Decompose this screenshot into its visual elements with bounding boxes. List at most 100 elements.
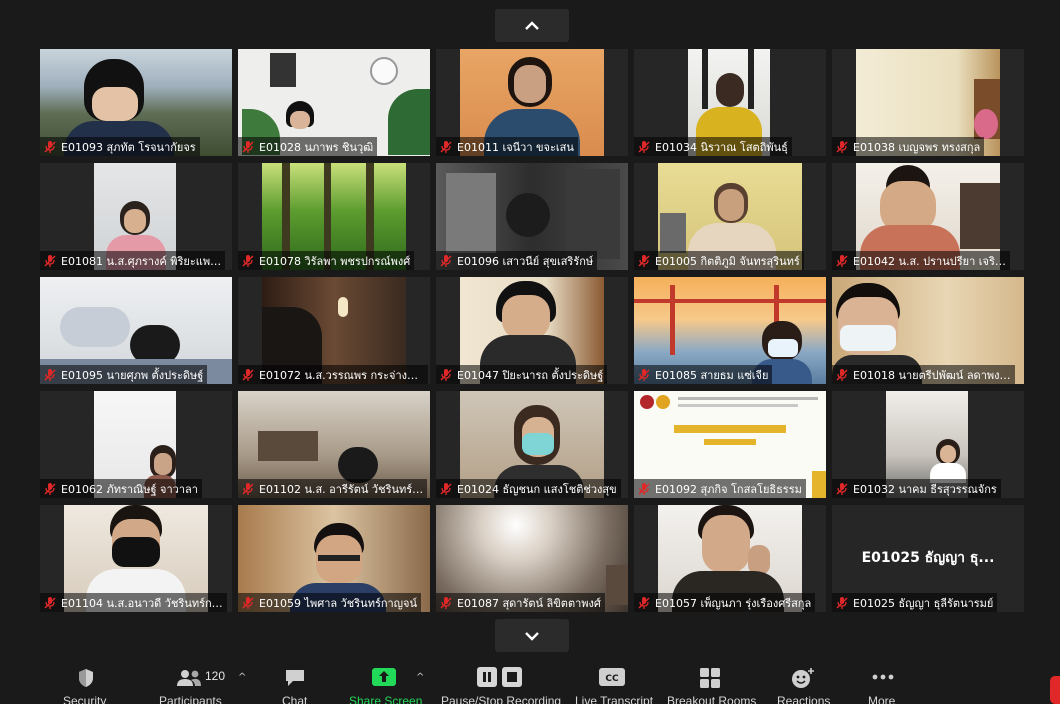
participant-name: E01085 สายธม แซ่เจีย xyxy=(655,368,769,382)
mic-muted-icon xyxy=(439,368,453,382)
participant-name: E01047 ปิยะนารถ ตั้งประดิษฐ์ xyxy=(457,368,604,382)
mic-muted-icon xyxy=(43,254,57,268)
participant-display-name: E01025 ธัญญา ธุ... xyxy=(861,550,995,566)
participant-tile[interactable]: E01032 นาคม ธีรสุวรรณจักร xyxy=(832,391,1024,498)
participant-name: E01072 น.ส.วรรณพร กระจ่างศ… xyxy=(259,368,424,382)
mic-muted-icon xyxy=(43,140,57,154)
more-label: More xyxy=(868,694,896,704)
mic-muted-icon xyxy=(637,596,651,610)
end-meeting-button[interactable] xyxy=(1050,676,1060,704)
participant-tile[interactable]: E01093 สุภทัต โรจนากัยจร xyxy=(40,49,232,156)
participant-tile[interactable]: E01078 วิรัลพา พชรปกรณ์พงศ์ xyxy=(238,163,430,270)
participant-tile[interactable]: E01102 น.ส. อารีรัตน์ วัชรินทร์… xyxy=(238,391,430,498)
reactions-label: Reactions xyxy=(777,694,831,704)
participant-tile[interactable]: E01095 นายศุภพ ตั้งประดิษฐ์ xyxy=(40,277,232,384)
participant-tile[interactable]: E01047 ปิยะนารถ ตั้งประดิษฐ์ xyxy=(436,277,628,384)
next-page-button[interactable] xyxy=(495,619,569,652)
participant-name: E01062 ภัทราณิษฐ์ จาวาลา xyxy=(61,482,198,496)
participant-name: E01096 เสาวนีย์ สุขเสริรักษ์ xyxy=(457,254,594,268)
participant-name: E01102 น.ส. อารีรัตน์ วัชรินทร์… xyxy=(259,482,424,496)
mic-muted-icon xyxy=(43,482,57,496)
participant-name: E01005 กิตติภูมิ จันทรสุรินทร์ xyxy=(655,254,800,268)
mic-muted-icon xyxy=(637,254,651,268)
chat-icon xyxy=(283,667,307,689)
participant-name: E01104 น.ส.อนาวดี วัชรินทร์ก… xyxy=(61,596,223,610)
mic-muted-icon xyxy=(835,482,849,496)
participant-name-bar: E01057 เพ็ญนภา รุ่งเรืองศรีสกุล xyxy=(634,593,816,612)
participant-tile[interactable]: E01028 นภาพร ชินวุฒิ xyxy=(238,49,430,156)
participants-label: Participants xyxy=(159,694,222,704)
chat-label: Chat xyxy=(282,694,308,704)
participant-tile[interactable]: E01062 ภัทราณิษฐ์ จาวาลา xyxy=(40,391,232,498)
participants-options-caret[interactable]: ^ xyxy=(238,672,246,683)
mic-muted-icon xyxy=(835,368,849,382)
participant-name: E01078 วิรัลพา พชรปกรณ์พงศ์ xyxy=(259,254,411,268)
participant-name-bar: E01095 นายศุภพ ตั้งประดิษฐ์ xyxy=(40,365,208,384)
mic-muted-icon xyxy=(439,140,453,154)
participant-tile[interactable]: E01072 น.ส.วรรณพร กระจ่างศ… xyxy=(238,277,430,384)
mic-muted-icon xyxy=(241,254,255,268)
shield-icon xyxy=(75,667,97,689)
participant-tile[interactable]: E01081 น.ส.ศุภรางค์ พิริยะแพ… xyxy=(40,163,232,270)
stop-icon xyxy=(501,667,523,687)
participant-name-bar: E01011 เจนีวา ขจะเสน xyxy=(436,137,578,156)
participant-name-bar: E01032 นาคม ธีรสุวรรณจักร xyxy=(832,479,1001,498)
participants-button[interactable]: 120 Participants xyxy=(157,660,229,704)
security-button[interactable]: Security xyxy=(60,660,112,704)
previous-page-button[interactable] xyxy=(495,9,569,42)
participant-name: E01018 นายตรีปพัฒน์ ลดาพง… xyxy=(853,368,1011,382)
participant-name: E01057 เพ็ญนภา รุ่งเรืองศรีสกุล xyxy=(655,596,812,610)
participant-tile[interactable]: E01096 เสาวนีย์ สุขเสริรักษ์ xyxy=(436,163,628,270)
chat-button[interactable]: Chat xyxy=(281,660,309,704)
mic-muted-icon xyxy=(241,482,255,496)
participant-tile[interactable]: E01057 เพ็ญนภา รุ่งเรืองศรีสกุล xyxy=(634,505,826,612)
share-screen-icon xyxy=(372,667,396,687)
participant-tile[interactable]: E01034 นิรวาณ โสตถิพันธุ์ xyxy=(634,49,826,156)
live-transcript-button[interactable]: CC Live Transcript xyxy=(575,660,653,704)
participant-tile[interactable]: E01092 สุภกิจ โกสลโยธิธรรม xyxy=(634,391,826,498)
participant-name-bar: E01047 ปิยะนารถ ตั้งประดิษฐ์ xyxy=(436,365,608,384)
participant-name: E01038 เบญจพร ทรงสกุล xyxy=(853,140,981,154)
participant-name-bar: E01059 ไพศาล วัชรินทร์กาญจน์ xyxy=(238,593,422,612)
security-label: Security xyxy=(63,694,107,704)
participant-name: E01011 เจนีวา ขจะเสน xyxy=(457,140,574,154)
participant-tile[interactable]: E01042 น.ส. ปรานปรียา เจริ… xyxy=(832,163,1024,270)
participant-tile[interactable]: E01025 ธัญญา ธุ... E01025 ธัญญา ธุลีรัตน… xyxy=(832,505,1024,612)
share-screen-button[interactable]: Share Screen xyxy=(348,660,423,704)
share-screen-label: Share Screen xyxy=(349,694,423,704)
recording-button[interactable]: Pause/Stop Recording xyxy=(440,660,561,704)
more-button[interactable]: More xyxy=(866,660,900,704)
participant-name-bar: E01038 เบญจพร ทรงสกุล xyxy=(832,137,985,156)
closed-captions-icon: CC xyxy=(599,667,625,687)
participant-name-bar: E01087 สุดารัตน์ ลิขิตตาพงศ์ xyxy=(436,593,605,612)
gallery-grid: E01093 สุภทัต โรจนากัยจร E01028 นภาพร ชิ… xyxy=(40,49,1024,612)
participant-name: E01059 ไพศาล วัชรินทร์กาญจน์ xyxy=(259,596,418,610)
participant-name-bar: E01102 น.ส. อารีรัตน์ วัชรินทร์… xyxy=(238,479,428,498)
participant-tile[interactable]: E01005 กิตติภูมิ จันทรสุรินทร์ xyxy=(634,163,826,270)
participant-name: E01093 สุภทัต โรจนากัยจร xyxy=(61,140,196,154)
participant-tile[interactable]: E01018 นายตรีปพัฒน์ ลดาพง… xyxy=(832,277,1024,384)
participant-name: E01025 ธัญญา ธุลีรัตนารมย์ xyxy=(853,596,994,610)
mic-muted-icon xyxy=(241,140,255,154)
reactions-button[interactable]: Reactions xyxy=(777,660,831,704)
cc-icon-text: CC xyxy=(605,674,619,684)
participant-name-bar: E01024 ธัญชนก แสงโชติช่วงสุข xyxy=(436,479,621,498)
breakout-rooms-button[interactable]: Breakout Rooms xyxy=(667,660,757,704)
participant-name-bar: E01072 น.ส.วรรณพร กระจ่างศ… xyxy=(238,365,428,384)
participant-name: E01042 น.ส. ปรานปรียา เจริ… xyxy=(853,254,1006,268)
mic-muted-icon xyxy=(43,368,57,382)
mic-muted-icon xyxy=(43,596,57,610)
mic-muted-icon xyxy=(637,140,651,154)
participant-tile[interactable]: E01059 ไพศาล วัชรินทร์กาญจน์ xyxy=(238,505,430,612)
pause-icon xyxy=(476,667,498,687)
participant-tile[interactable]: E01011 เจนีวา ขจะเสน xyxy=(436,49,628,156)
share-screen-options-caret[interactable]: ^ xyxy=(416,672,424,683)
participant-name: E01092 สุภกิจ โกสลโยธิธรรม xyxy=(655,482,802,496)
participant-name: E01095 นายศุภพ ตั้งประดิษฐ์ xyxy=(61,368,204,382)
participant-tile[interactable]: E01024 ธัญชนก แสงโชติช่วงสุข xyxy=(436,391,628,498)
participant-tile[interactable]: E01085 สายธม แซ่เจีย xyxy=(634,277,826,384)
participant-tile[interactable]: E01104 น.ส.อนาวดี วัชรินทร์ก… xyxy=(40,505,232,612)
participant-tile[interactable]: E01087 สุดารัตน์ ลิขิตตาพงศ์ xyxy=(436,505,628,612)
participant-tile[interactable]: E01038 เบญจพร ทรงสกุล xyxy=(832,49,1024,156)
participant-name-bar: E01028 นภาพร ชินวุฒิ xyxy=(238,137,378,156)
